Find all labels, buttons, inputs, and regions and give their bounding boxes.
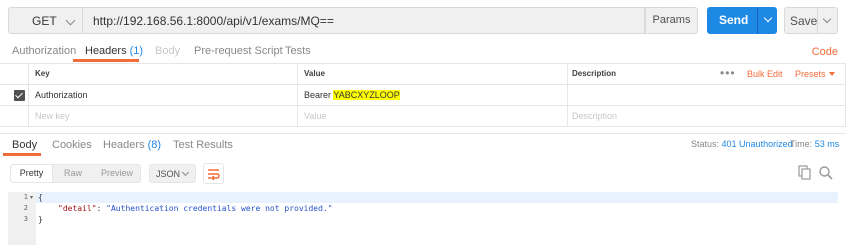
method-label: GET — [32, 14, 57, 28]
active-tab-indicator — [3, 153, 41, 156]
presets-dropdown[interactable]: Presets — [795, 69, 835, 79]
json-string: "Authentication credentials were not pro… — [106, 204, 333, 213]
send-divider — [757, 7, 758, 34]
headers-count-badge: (1) — [129, 45, 144, 57]
send-label: Send — [719, 13, 749, 27]
url-input[interactable]: http://192.168.56.1:8000/api/v1/exams/MQ… — [83, 7, 645, 34]
more-icon[interactable]: ••• — [720, 66, 736, 80]
tab-response-headers-label: Headers — [103, 139, 145, 151]
header-value-prefix: Bearer — [304, 90, 334, 100]
table-header: Key Value Description ••• Bulk Edit Pres… — [0, 64, 846, 85]
code-line: "detail": "Authentication credentials we… — [58, 204, 333, 213]
code-link[interactable]: Code — [812, 46, 838, 58]
method-select[interactable]: GET — [8, 7, 83, 34]
active-tab-indicator — [73, 59, 139, 62]
table-row-new: New key Value Description — [0, 106, 846, 127]
response-tabs: Body Cookies Headers (8) Test Results St… — [0, 133, 846, 156]
chevron-down-icon[interactable] — [763, 13, 773, 23]
tab-response-body[interactable]: Body — [12, 139, 37, 151]
presets-label: Presets — [795, 69, 826, 79]
checkbox-icon[interactable] — [14, 90, 25, 101]
response-headers-count: (8) — [147, 139, 162, 151]
search-icon[interactable] — [818, 165, 834, 181]
line-number: 3 — [23, 215, 28, 223]
header-value-cell[interactable]: Bearer YABCXYZLOOP — [304, 90, 400, 100]
code-line: } — [38, 215, 43, 224]
response-toolbar: Pretty Raw Preview JSON — [0, 159, 846, 189]
json-key: "detail" — [58, 204, 97, 213]
line-gutter: 1 ▾ 2 3 — [8, 192, 36, 245]
response-status: Status: 401 Unauthorized — [691, 139, 793, 149]
request-bar: GET http://192.168.56.1:8000/api/v1/exam… — [0, 0, 846, 42]
status-label: Status: — [691, 139, 720, 149]
preview-button[interactable]: Preview — [101, 168, 133, 178]
time-value: 53 ms — [814, 139, 840, 149]
current-line-highlight — [36, 192, 838, 203]
tab-pre-request-script[interactable]: Pre-request Script — [194, 45, 283, 57]
wrap-lines-button[interactable] — [203, 163, 224, 184]
column-description: Description — [572, 69, 617, 78]
tab-headers-label: Headers — [85, 45, 127, 57]
params-button[interactable]: Params — [645, 7, 698, 34]
json-colon: : — [96, 204, 107, 213]
raw-button[interactable]: Raw — [64, 168, 82, 178]
new-value-input[interactable]: Value — [304, 111, 326, 121]
view-mode-toggle: Pretty Raw Preview — [10, 164, 141, 183]
tab-response-headers[interactable]: Headers (8) — [103, 139, 161, 151]
save-divider — [817, 8, 818, 33]
tab-headers[interactable]: Headers (1) — [85, 45, 143, 57]
header-key-cell[interactable]: Authorization — [35, 90, 88, 100]
column-value: Value — [304, 69, 325, 78]
format-label: JSON — [156, 169, 181, 179]
copy-icon[interactable] — [798, 165, 812, 181]
time-label: Time: — [790, 139, 813, 149]
wrap-lines-icon — [208, 169, 220, 181]
column-key: Key — [35, 69, 50, 78]
tab-cookies[interactable]: Cookies — [52, 139, 92, 151]
chevron-down-icon — [181, 168, 190, 177]
table-row: Authorization Bearer YABCXYZLOOP — [0, 85, 846, 106]
new-key-input[interactable]: New key — [35, 111, 70, 121]
chevron-down-icon[interactable] — [822, 14, 832, 24]
format-select[interactable]: JSON — [149, 164, 196, 183]
caret-down-icon — [828, 72, 835, 76]
tab-authorization[interactable]: Authorization — [12, 45, 76, 57]
tab-body[interactable]: Body — [155, 45, 180, 57]
send-button[interactable]: Send — [707, 7, 777, 34]
url-text: http://192.168.56.1:8000/api/v1/exams/MQ… — [93, 14, 334, 28]
response-time: Time: 53 ms — [790, 139, 839, 149]
header-value-token: YABCXYZLOOP — [333, 90, 400, 100]
save-button[interactable]: Save — [784, 7, 838, 34]
line-number: 1 — [23, 193, 28, 201]
tab-tests[interactable]: Tests — [285, 45, 311, 57]
chevron-down-icon — [65, 15, 76, 26]
status-value: 401 Unauthorized — [721, 139, 793, 149]
pretty-button[interactable]: Pretty — [11, 165, 53, 182]
new-description-input[interactable]: Description — [572, 111, 617, 121]
request-tabs: Authorization Headers (1) Body Pre-reque… — [0, 42, 846, 62]
headers-table: Key Value Description ••• Bulk Edit Pres… — [0, 63, 846, 127]
code-line: { — [38, 193, 43, 202]
bulk-edit-link[interactable]: Bulk Edit — [747, 69, 783, 79]
line-number: 2 — [23, 204, 28, 212]
save-label: Save — [790, 14, 818, 28]
response-body-editor[interactable]: 1 ▾ 2 3 { "detail": "Authentication cred… — [8, 192, 838, 245]
fold-icon[interactable]: ▾ — [30, 194, 33, 201]
tab-test-results[interactable]: Test Results — [173, 139, 233, 151]
